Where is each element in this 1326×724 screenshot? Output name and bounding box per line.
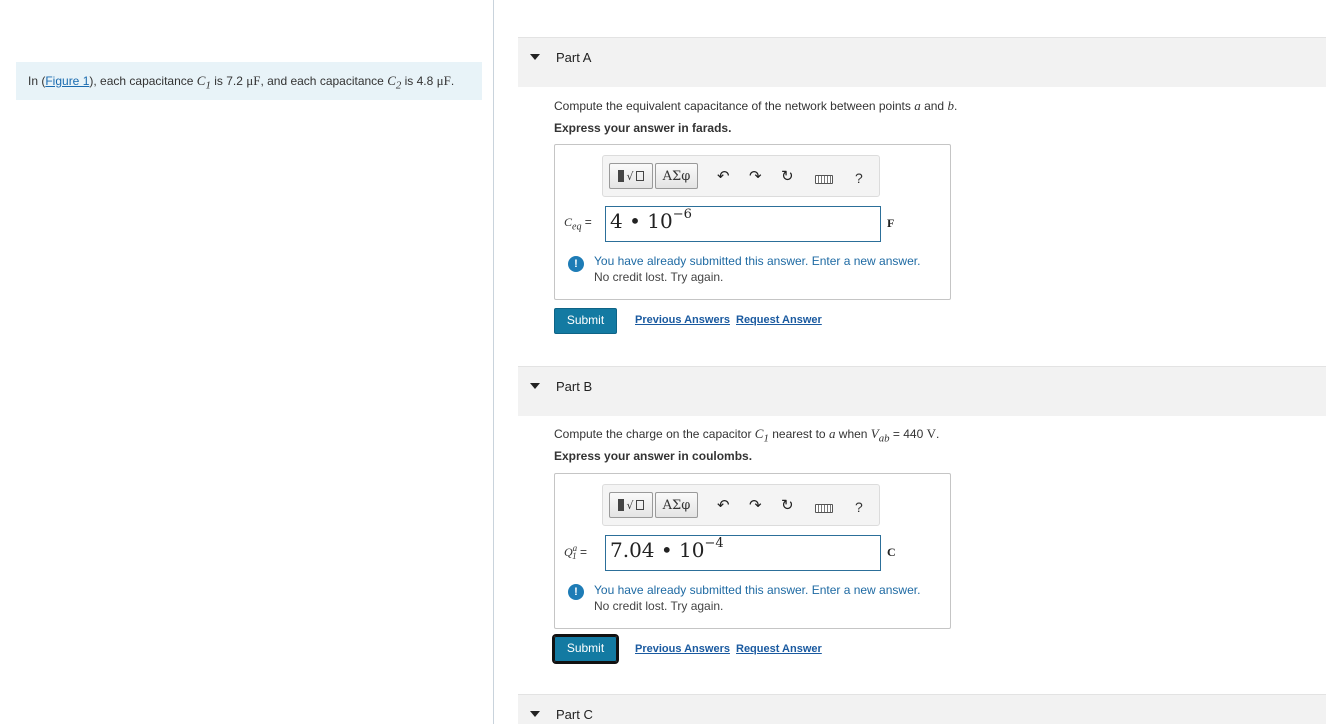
c2-symbol: C2 [387, 73, 402, 92]
left-pane: In (Figure 1), each capacitance C1 is 7.… [0, 0, 494, 724]
intro-text: ), each capacitance [89, 74, 197, 88]
collapse-caret-icon[interactable] [530, 711, 540, 717]
collapse-caret-icon[interactable] [530, 383, 540, 389]
part-b-answer-box: √ ΑΣφ ↶ ↷ ↻ ? Qa1 = 7.04 • 10−4 C ! You … [554, 473, 951, 629]
alert-icon: ! [568, 584, 584, 600]
part-b-express: Express your answer in coulombs. [554, 449, 753, 463]
help-icon[interactable]: ? [855, 499, 863, 515]
request-answer-link[interactable]: Request Answer [736, 643, 822, 655]
alert-icon: ! [568, 256, 584, 272]
keyboard-icon[interactable] [815, 504, 833, 513]
answer-input[interactable]: 4 • 10−6 [605, 206, 881, 242]
part-a-prompt: Compute the equivalent capacitance of th… [554, 98, 958, 113]
problem-intro: In (Figure 1), each capacitance C1 is 7.… [16, 62, 482, 100]
templates-icon: √ [618, 499, 644, 512]
c1-symbol: C1 [196, 73, 211, 92]
part-a-express: Express your answer in farads. [554, 121, 732, 135]
part-c-title: Part C [556, 707, 593, 722]
previous-answers-link[interactable]: Previous Answers [635, 314, 730, 326]
part-c-header[interactable]: Part C [518, 694, 1326, 724]
unit-microfarad: μF [246, 73, 261, 88]
feedback-message: You have already submitted this answer. … [594, 583, 921, 613]
greek-symbols-button[interactable]: ΑΣφ [655, 492, 698, 518]
answer-label: Qa1 = [564, 543, 588, 562]
intro-text: , and each capacitance [260, 74, 388, 88]
part-a-header[interactable]: Part A [518, 37, 1326, 87]
right-pane: Part A Compute the equivalent capacitanc… [495, 0, 1326, 724]
submit-button[interactable]: Submit [552, 634, 619, 664]
templates-button[interactable]: √ [609, 492, 653, 518]
unit-microfarad: μF [436, 73, 451, 88]
greek-symbols-button[interactable]: ΑΣφ [655, 163, 698, 189]
unit-label: C [887, 545, 896, 559]
answer-input[interactable]: 7.04 • 10−4 [605, 535, 881, 571]
previous-answers-link[interactable]: Previous Answers [635, 643, 730, 655]
keyboard-icon[interactable] [815, 175, 833, 184]
redo-icon[interactable]: ↷ [749, 168, 762, 184]
reset-icon[interactable]: ↻ [781, 497, 794, 513]
math-toolbar: √ ΑΣφ ↶ ↷ ↻ ? [602, 155, 880, 197]
templates-icon: √ [618, 170, 644, 183]
intro-text: is 4.8 [401, 74, 437, 88]
intro-text: is 7.2 [210, 74, 247, 88]
reset-icon[interactable]: ↻ [781, 168, 794, 184]
part-a-title: Part A [556, 50, 592, 65]
figure-link[interactable]: Figure 1 [45, 74, 89, 88]
help-icon[interactable]: ? [855, 170, 863, 186]
part-b-header[interactable]: Part B [518, 366, 1326, 416]
intro-text: In ( [28, 74, 46, 88]
request-answer-link[interactable]: Request Answer [736, 314, 822, 326]
feedback-message: You have already submitted this answer. … [594, 254, 921, 284]
collapse-caret-icon[interactable] [530, 54, 540, 60]
redo-icon[interactable]: ↷ [749, 497, 762, 513]
answer-label: Ceq = [564, 215, 592, 233]
math-toolbar: √ ΑΣφ ↶ ↷ ↻ ? [602, 484, 880, 526]
part-a-answer-box: √ ΑΣφ ↶ ↷ ↻ ? Ceq = 4 • 10−6 F ! You hav… [554, 144, 951, 300]
templates-button[interactable]: √ [609, 163, 653, 189]
submit-button[interactable]: Submit [554, 308, 617, 334]
part-b-prompt: Compute the charge on the capacitor C1 n… [554, 426, 940, 445]
undo-icon[interactable]: ↶ [717, 497, 730, 513]
part-b-title: Part B [556, 379, 593, 394]
unit-label: F [887, 216, 895, 230]
undo-icon[interactable]: ↶ [717, 168, 730, 184]
